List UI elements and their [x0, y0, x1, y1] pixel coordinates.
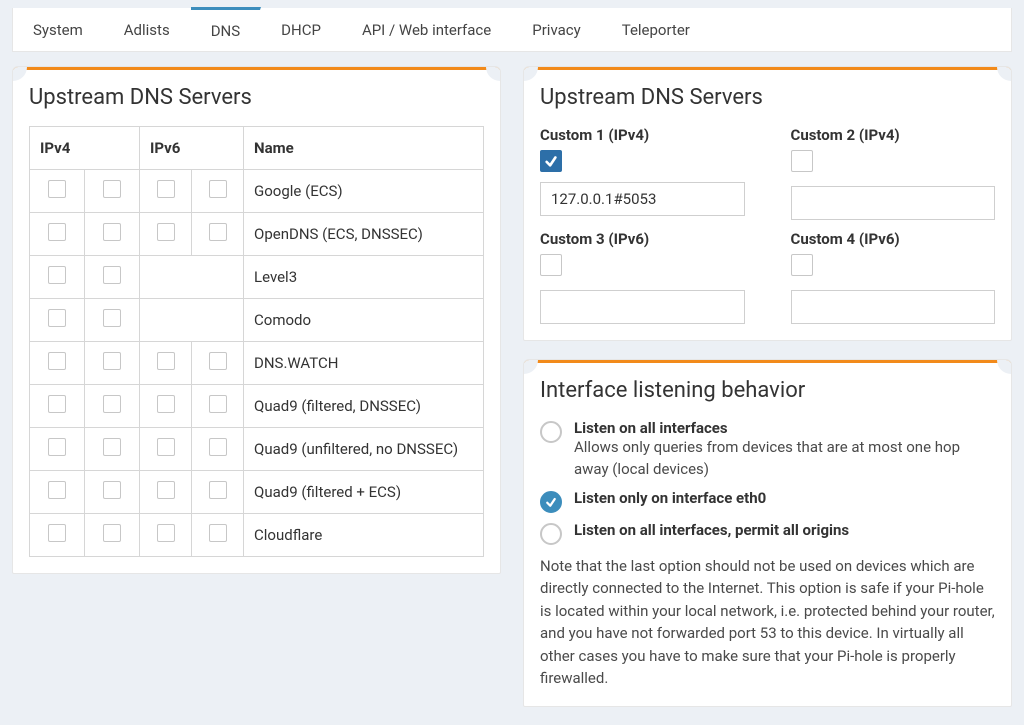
custom-dns-input[interactable]	[791, 186, 996, 220]
dns-checkbox[interactable]	[48, 352, 66, 370]
table-row: DNS.WATCH	[30, 342, 484, 385]
dns-checkbox[interactable]	[209, 438, 227, 456]
tab-privacy[interactable]: Privacy	[512, 8, 601, 51]
tab-dhcp[interactable]: DHCP	[261, 8, 342, 51]
dns-servers-table: IPv4 IPv6 Name Google (ECS)OpenDNS (ECS,…	[29, 126, 484, 557]
custom-dns-slot: Custom 2 (IPv4)	[791, 126, 996, 220]
custom-dns-input[interactable]	[791, 290, 996, 324]
tab-adlists[interactable]: Adlists	[104, 8, 191, 51]
table-row: Comodo	[30, 299, 484, 342]
dns-checkbox[interactable]	[103, 395, 121, 413]
table-row: OpenDNS (ECS, DNSSEC)	[30, 213, 484, 256]
custom-dns-label: Custom 3 (IPv6)	[540, 230, 745, 248]
listen-option: Listen only on interface eth0	[540, 489, 995, 513]
custom-dns-label: Custom 1 (IPv4)	[540, 126, 745, 144]
tab-teleporter[interactable]: Teleporter	[602, 8, 711, 51]
dns-checkbox[interactable]	[157, 438, 175, 456]
custom-dns-label: Custom 4 (IPv6)	[791, 230, 996, 248]
listen-option-title: Listen only on interface eth0	[574, 489, 766, 507]
th-ipv6: IPv6	[140, 127, 244, 170]
custom-dns-checkbox[interactable]	[791, 150, 813, 172]
upstream-dns-title: Upstream DNS Servers	[13, 67, 500, 118]
dns-checkbox[interactable]	[157, 223, 175, 241]
settings-tabs: SystemAdlistsDNSDHCPAPI / Web interfaceP…	[12, 8, 1012, 52]
custom-dns-checkbox[interactable]	[540, 254, 562, 276]
dns-checkbox[interactable]	[209, 481, 227, 499]
listening-title: Interface listening behavior	[524, 360, 1011, 411]
listen-option-title: Listen on all interfaces	[574, 419, 995, 437]
dns-checkbox[interactable]	[48, 266, 66, 284]
dns-server-name: DNS.WATCH	[244, 342, 484, 385]
custom-dns-slot: Custom 3 (IPv6)	[540, 230, 745, 324]
table-row: Cloudflare	[30, 514, 484, 557]
dns-checkbox[interactable]	[209, 223, 227, 241]
dns-checkbox[interactable]	[48, 524, 66, 542]
custom-dns-checkbox[interactable]	[540, 150, 562, 172]
dns-checkbox[interactable]	[157, 395, 175, 413]
dns-checkbox[interactable]	[48, 180, 66, 198]
listen-option: Listen on all interfaces, permit all ori…	[540, 521, 995, 545]
dns-checkbox[interactable]	[103, 223, 121, 241]
dns-checkbox[interactable]	[48, 309, 66, 327]
table-row: Quad9 (filtered + ECS)	[30, 471, 484, 514]
dns-server-name: Quad9 (unfiltered, no DNSSEC)	[244, 428, 484, 471]
dns-server-name: Comodo	[244, 299, 484, 342]
tab-dns[interactable]: DNS	[191, 7, 261, 51]
th-name: Name	[244, 127, 484, 170]
custom-dns-slot: Custom 1 (IPv4)	[540, 126, 745, 220]
dns-checkbox[interactable]	[103, 309, 121, 327]
custom-dns-title: Upstream DNS Servers	[524, 67, 1011, 118]
listen-radio[interactable]	[540, 523, 562, 545]
dns-checkbox[interactable]	[209, 395, 227, 413]
listening-card: Interface listening behavior Listen on a…	[523, 359, 1012, 707]
dns-checkbox[interactable]	[103, 352, 121, 370]
listen-option: Listen on all interfacesAllows only quer…	[540, 419, 995, 481]
dns-server-name: Level3	[244, 256, 484, 299]
dns-checkbox[interactable]	[209, 180, 227, 198]
dns-checkbox[interactable]	[157, 481, 175, 499]
dns-checkbox[interactable]	[103, 438, 121, 456]
custom-dns-card: Upstream DNS Servers Custom 1 (IPv4) Cust…	[523, 66, 1012, 341]
dns-checkbox[interactable]	[157, 352, 175, 370]
dns-server-name: Quad9 (filtered + ECS)	[244, 471, 484, 514]
custom-dns-checkbox[interactable]	[791, 254, 813, 276]
dns-checkbox[interactable]	[103, 481, 121, 499]
listen-option-desc: Allows only queries from devices that ar…	[574, 437, 995, 481]
upstream-dns-card: Upstream DNS Servers IPv4 IPv6 Name Goog…	[12, 66, 501, 574]
dns-server-name: Cloudflare	[244, 514, 484, 557]
table-row: Quad9 (unfiltered, no DNSSEC)	[30, 428, 484, 471]
table-row: Level3	[30, 256, 484, 299]
dns-server-name: Quad9 (filtered, DNSSEC)	[244, 385, 484, 428]
custom-dns-input[interactable]	[540, 290, 745, 324]
dns-checkbox[interactable]	[48, 395, 66, 413]
tab-api-web-interface[interactable]: API / Web interface	[342, 8, 512, 51]
listen-note: Note that the last option should not be …	[540, 555, 995, 690]
dns-checkbox[interactable]	[48, 481, 66, 499]
dns-checkbox[interactable]	[103, 266, 121, 284]
tab-system[interactable]: System	[13, 8, 104, 51]
dns-checkbox[interactable]	[157, 524, 175, 542]
table-row: Google (ECS)	[30, 170, 484, 213]
dns-checkbox[interactable]	[103, 524, 121, 542]
dns-checkbox[interactable]	[209, 352, 227, 370]
dns-checkbox[interactable]	[157, 180, 175, 198]
dns-checkbox[interactable]	[103, 180, 121, 198]
table-row: Quad9 (filtered, DNSSEC)	[30, 385, 484, 428]
listen-radio[interactable]	[540, 421, 562, 443]
dns-server-name: OpenDNS (ECS, DNSSEC)	[244, 213, 484, 256]
th-ipv4: IPv4	[30, 127, 140, 170]
dns-checkbox[interactable]	[48, 223, 66, 241]
custom-dns-slot: Custom 4 (IPv6)	[791, 230, 996, 324]
custom-dns-input[interactable]	[540, 182, 745, 216]
listen-option-title: Listen on all interfaces, permit all ori…	[574, 521, 849, 539]
dns-server-name: Google (ECS)	[244, 170, 484, 213]
custom-dns-label: Custom 2 (IPv4)	[791, 126, 996, 144]
listen-radio[interactable]	[540, 491, 562, 513]
dns-checkbox[interactable]	[48, 438, 66, 456]
dns-checkbox[interactable]	[209, 524, 227, 542]
